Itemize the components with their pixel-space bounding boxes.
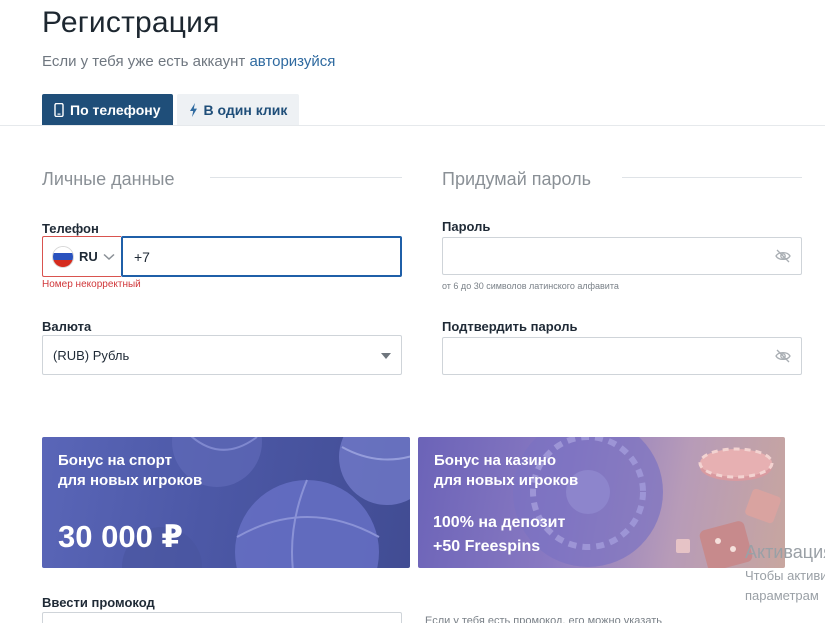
casino-bonus-offer: 100% на депозит +50 Freespins — [433, 511, 565, 559]
login-prompt: Если у тебя уже есть аккаунт авторизуйся — [42, 53, 335, 70]
windows-activation-watermark-line: параметрам — [745, 588, 819, 603]
country-code-value: RU — [79, 249, 98, 264]
confirm-password-label: Подтвердить пароль — [442, 319, 578, 334]
confirm-password-field — [442, 337, 802, 375]
tabs-divider — [0, 125, 825, 126]
caret-down-icon — [381, 353, 391, 359]
sport-bonus-title-line1: Бонус на спорт — [58, 452, 172, 469]
tab-one-click-label: В один клик — [203, 102, 288, 118]
windows-activation-watermark-line: Чтобы активировать Windows, — [745, 568, 825, 583]
sport-bonus-title: Бонус на спорт для новых игроков — [58, 451, 278, 491]
login-link[interactable]: авторизуйся — [249, 53, 335, 70]
tab-by-phone[interactable]: По телефону — [42, 94, 173, 126]
password-field — [442, 237, 802, 275]
casino-bonus-title-line2: для новых игроков — [434, 472, 579, 489]
confirm-password-input[interactable] — [443, 338, 763, 374]
promo-code-hint: Если у тебя есть промокод, его можно ука… — [425, 615, 662, 623]
promo-code-label: Ввести промокод — [42, 595, 155, 610]
sport-bonus-amount: 30 000 ₽ — [58, 519, 183, 554]
password-input[interactable] — [443, 238, 763, 274]
sport-bonus-banner[interactable]: Бонус на спорт для новых игроков 30 000 … — [42, 437, 410, 568]
tab-one-click[interactable]: В один клик — [176, 94, 300, 126]
eye-slash-icon[interactable] — [775, 249, 791, 268]
sport-bonus-title-line2: для новых игроков — [58, 472, 203, 489]
phone-icon — [54, 103, 64, 117]
phone-input[interactable] — [121, 236, 402, 277]
password-label: Пароль — [442, 219, 491, 234]
password-section-divider — [622, 177, 802, 178]
russia-flag-icon — [52, 245, 74, 268]
currency-select[interactable]: (RUB) Рубль — [42, 335, 402, 375]
phone-label: Телефон — [42, 221, 99, 236]
password-hint: от 6 до 30 символов латинского алфавита — [442, 281, 619, 291]
chevron-down-icon — [103, 248, 115, 266]
registration-tabs: По телефону В один клик — [42, 94, 300, 126]
windows-activation-watermark-title: Активация Windows — [745, 542, 825, 562]
promo-code-input[interactable] — [42, 612, 402, 623]
eye-slash-icon[interactable] — [775, 349, 791, 368]
casino-bonus-title: Бонус на казино для новых игроков — [434, 451, 654, 491]
personal-section-divider — [210, 177, 402, 178]
country-code-select[interactable]: RU — [42, 236, 121, 277]
currency-value: (RUB) Рубль — [53, 347, 130, 363]
login-prompt-text: Если у тебя уже есть аккаунт — [42, 53, 246, 70]
password-section-title: Придумай пароль — [442, 169, 592, 189]
casino-bonus-banner[interactable]: Бонус на казино для новых игроков 100% н… — [418, 437, 785, 568]
casino-bonus-offer-line1: 100% на депозит — [433, 514, 566, 531]
tab-by-phone-label: По телефону — [70, 102, 161, 118]
casino-bonus-offer-line2: +50 Freespins — [433, 538, 541, 555]
phone-field: RU — [42, 236, 402, 277]
casino-bonus-title-line1: Бонус на казино — [434, 452, 556, 469]
lightning-icon — [189, 103, 198, 117]
phone-error-message: Номер некорректный — [42, 279, 141, 290]
personal-data-section-title: Личные данные — [42, 169, 175, 189]
currency-label: Валюта — [42, 319, 92, 334]
page-title: Регистрация — [42, 6, 220, 39]
